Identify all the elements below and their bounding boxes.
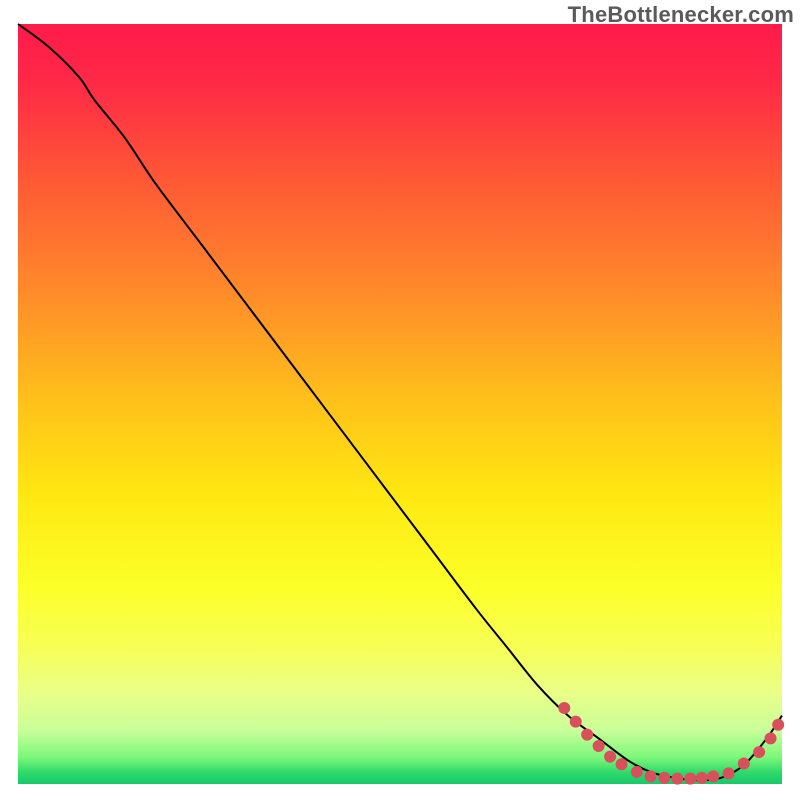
marker-point bbox=[723, 767, 735, 779]
marker-point bbox=[772, 719, 784, 731]
marker-point bbox=[671, 773, 683, 785]
marker-point bbox=[631, 766, 643, 778]
marker-point bbox=[581, 729, 593, 741]
marker-point bbox=[593, 740, 605, 752]
marker-point bbox=[696, 772, 708, 784]
marker-point bbox=[645, 770, 657, 782]
marker-point bbox=[684, 773, 696, 785]
marker-point bbox=[570, 716, 582, 728]
marker-point bbox=[753, 746, 765, 758]
marker-point bbox=[765, 732, 777, 744]
marker-point bbox=[558, 702, 570, 714]
marker-point bbox=[738, 757, 750, 769]
bottleneck-chart bbox=[0, 0, 800, 800]
plot-background bbox=[18, 24, 782, 784]
marker-point bbox=[658, 772, 670, 784]
marker-point bbox=[616, 758, 628, 770]
marker-point bbox=[604, 751, 616, 763]
chart-container: TheBottlenecker.com bbox=[0, 0, 800, 800]
watermark-text: TheBottlenecker.com bbox=[568, 2, 794, 28]
marker-point bbox=[707, 770, 719, 782]
